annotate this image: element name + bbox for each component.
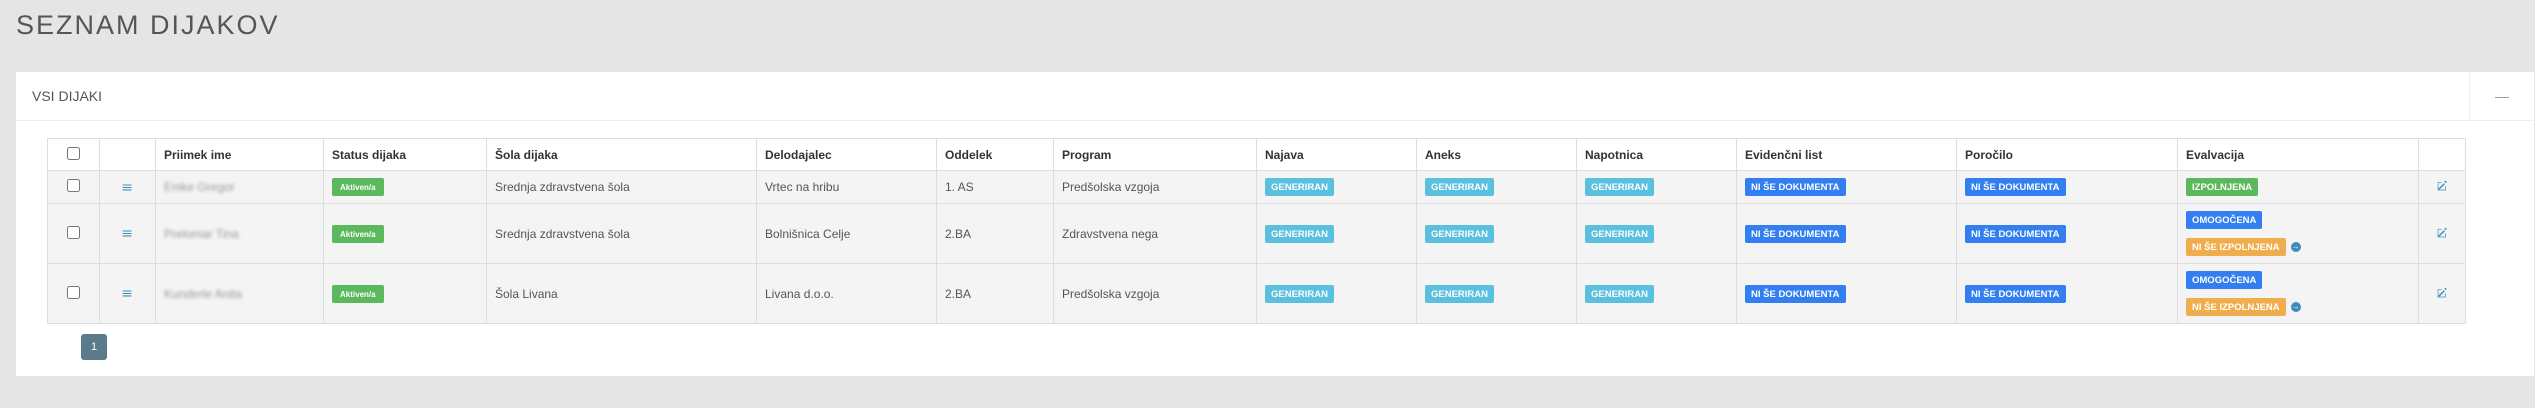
edit-icon[interactable] — [2437, 287, 2448, 301]
pagination-page-1[interactable]: 1 — [81, 334, 107, 360]
evalvacija-badge[interactable]: IZPOLNJENA — [2186, 178, 2259, 196]
select-all-header — [47, 138, 100, 171]
status-badge: Aktiven/a — [332, 224, 384, 243]
evalvacija-enabled-badge[interactable]: OMOGOČENA — [2186, 211, 2263, 229]
najava-badge[interactable]: GENERIRAN — [1265, 178, 1335, 196]
expand-header — [99, 138, 156, 171]
evidencni-badge[interactable]: NI ŠE DOKUMENTA — [1745, 224, 1846, 243]
evidencni-badge[interactable]: NI ŠE DOKUMENTA — [1745, 284, 1846, 303]
row-checkbox[interactable] — [67, 179, 80, 192]
edit-icon[interactable] — [2437, 227, 2448, 241]
porocilo-badge[interactable]: NI ŠE DOKUMENTA — [1965, 178, 2066, 196]
porocilo-badge[interactable]: NI ŠE DOKUMENTA — [1965, 224, 2066, 243]
arrow-circle-right-icon[interactable]: → — [2290, 302, 2301, 312]
student-name[interactable]: Prelomar Tina — [164, 227, 239, 241]
student-employer: Livana d.o.o. — [756, 263, 937, 324]
header-program[interactable]: Program — [1053, 138, 1257, 171]
header-status[interactable]: Status dijaka — [323, 138, 487, 171]
porocilo-badge[interactable]: NI ŠE DOKUMENTA — [1965, 284, 2066, 303]
student-class: 2.BA — [936, 263, 1054, 324]
table-header-row: Priimek ime Status dijaka Šola dijaka De… — [47, 138, 2466, 171]
table-row: ≡ Enike Gregor Aktiven/a Srednja zdravst… — [47, 170, 2466, 204]
status-badge: Aktiven/a — [332, 284, 384, 303]
student-employer: Vrtec na hribu — [756, 170, 937, 204]
chevron-double-down-icon[interactable]: ≡ — [122, 226, 133, 240]
evalvacija-pending-badge[interactable]: NI ŠE IZPOLNJENA — [2186, 298, 2286, 316]
evalvacija-pending-badge[interactable]: NI ŠE IZPOLNJENA — [2186, 238, 2286, 256]
student-school: Srednja zdravstvena šola — [486, 203, 757, 264]
napotnica-badge[interactable]: GENERIRAN — [1585, 178, 1655, 196]
chevron-double-down-icon[interactable]: ≡ — [122, 180, 133, 194]
aneks-badge[interactable]: GENERIRAN — [1425, 284, 1495, 303]
header-aneks[interactable]: Aneks — [1416, 138, 1577, 171]
evidencni-badge[interactable]: NI ŠE DOKUMENTA — [1745, 178, 1846, 196]
aneks-badge[interactable]: GENERIRAN — [1425, 224, 1495, 243]
students-panel: VSI DIJAKI — Priimek ime Status dijaka Š… — [16, 72, 2534, 376]
student-school: Srednja zdravstvena šola — [486, 170, 757, 204]
aneks-badge[interactable]: GENERIRAN — [1425, 178, 1495, 196]
evalvacija-stack: OMOGOČENA NI ŠE IZPOLNJENA → — [2186, 271, 2410, 316]
panel-title: VSI DIJAKI — [32, 88, 103, 104]
students-table: Priimek ime Status dijaka Šola dijaka De… — [47, 138, 2466, 324]
edit-icon[interactable] — [2437, 180, 2448, 194]
arrow-circle-right-icon[interactable]: → — [2290, 242, 2301, 252]
collapse-button[interactable]: — — [2469, 72, 2534, 120]
header-class[interactable]: Oddelek — [936, 138, 1054, 171]
napotnica-badge[interactable]: GENERIRAN — [1585, 284, 1655, 303]
header-porocilo[interactable]: Poročilo — [1956, 138, 2178, 171]
row-checkbox[interactable] — [67, 285, 80, 299]
student-program: Zdravstvena nega — [1053, 203, 1257, 264]
select-all-checkbox[interactable] — [67, 146, 80, 160]
student-employer: Bolnišnica Celje — [756, 203, 937, 264]
header-evidencni[interactable]: Evidenčni list — [1736, 138, 1957, 171]
panel-header: VSI DIJAKI — — [16, 72, 2534, 121]
header-school[interactable]: Šola dijaka — [486, 138, 757, 171]
student-name[interactable]: Enike Gregor — [164, 180, 235, 194]
table-row: ≡ Kunderle Anita Aktiven/a Šola Livana L… — [47, 263, 2466, 324]
chevron-double-down-icon[interactable]: ≡ — [122, 286, 133, 300]
najava-badge[interactable]: GENERIRAN — [1265, 284, 1335, 303]
row-checkbox[interactable] — [67, 225, 80, 239]
najava-badge[interactable]: GENERIRAN — [1265, 224, 1335, 243]
student-name[interactable]: Kunderle Anita — [164, 287, 242, 301]
table-row: ≡ Prelomar Tina Aktiven/a Srednja zdravs… — [47, 203, 2466, 264]
header-name[interactable]: Priimek ime — [155, 138, 324, 171]
page-title: SEZNAM DIJAKOV — [16, 10, 280, 40]
header-employer[interactable]: Delodajalec — [756, 138, 937, 171]
student-school: Šola Livana — [486, 263, 757, 324]
student-program: Predšolska vzgoja — [1053, 263, 1257, 324]
evalvacija-enabled-badge[interactable]: OMOGOČENA — [2186, 271, 2263, 289]
header-napotnica[interactable]: Napotnica — [1576, 138, 1737, 171]
student-class: 1. AS — [936, 170, 1054, 204]
student-program: Predšolska vzgoja — [1053, 170, 1257, 204]
header-najava[interactable]: Najava — [1256, 138, 1417, 171]
header-evalvacija[interactable]: Evalvacija — [2177, 138, 2419, 171]
napotnica-badge[interactable]: GENERIRAN — [1585, 224, 1655, 243]
edit-header — [2418, 138, 2466, 171]
student-class: 2.BA — [936, 203, 1054, 264]
students-table-wrapper: Priimek ime Status dijaka Šola dijaka De… — [47, 138, 2466, 324]
evalvacija-stack: OMOGOČENA NI ŠE IZPOLNJENA → — [2186, 211, 2410, 256]
status-badge: Aktiven/a — [332, 178, 384, 196]
